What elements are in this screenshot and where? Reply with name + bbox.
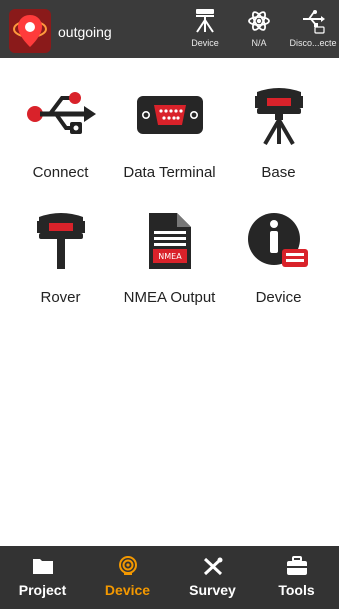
tile-connect-label: Connect bbox=[32, 164, 89, 181]
tile-base[interactable]: Base bbox=[222, 58, 335, 183]
tile-data-terminal-label: Data Terminal bbox=[123, 164, 216, 181]
folder-icon bbox=[32, 559, 53, 574]
nav-survey[interactable]: Survey bbox=[170, 546, 255, 609]
serial-port-icon bbox=[136, 96, 203, 134]
bottom-navigation: Project Device Survey Tools bbox=[0, 546, 339, 609]
svg-text:NMEA: NMEA bbox=[158, 252, 182, 261]
nmea-document-icon: NMEA bbox=[148, 213, 191, 269]
tile-device[interactable]: Device bbox=[222, 183, 335, 308]
signal-pin-icon bbox=[118, 556, 137, 575]
nav-project[interactable]: Project bbox=[0, 546, 85, 609]
receiver-tripod-icon bbox=[196, 9, 214, 33]
device-info-icon bbox=[247, 213, 308, 267]
tile-rover-label: Rover bbox=[40, 289, 81, 306]
tile-data-terminal[interactable]: Data Terminal bbox=[113, 58, 226, 183]
survey-tools-icon bbox=[203, 557, 222, 576]
tile-connect[interactable]: Connect bbox=[4, 58, 117, 183]
tile-device-label: Device bbox=[255, 289, 302, 306]
status-satellite-label: N/A bbox=[251, 38, 267, 48]
status-device[interactable]: Device bbox=[177, 6, 233, 54]
tile-nmea-output[interactable]: NMEA NMEA Output bbox=[113, 183, 226, 308]
page-title: outgoing bbox=[58, 24, 112, 40]
tile-nmea-output-label: NMEA Output bbox=[123, 289, 216, 306]
rover-icon bbox=[36, 213, 85, 269]
nav-project-label: Project bbox=[18, 582, 67, 598]
status-device-label: Device bbox=[191, 38, 219, 48]
top-bar: outgoing Device N/A Disco...ecte bbox=[0, 0, 339, 58]
status-connection[interactable]: Disco...ecte bbox=[287, 6, 339, 54]
status-connection-label: Disco...ecte bbox=[289, 38, 337, 48]
base-station-icon bbox=[254, 88, 303, 146]
usb-disconnected-icon bbox=[303, 10, 325, 34]
toolbox-icon bbox=[286, 556, 307, 575]
tile-rover[interactable]: Rover bbox=[4, 183, 117, 308]
nav-tools-label: Tools bbox=[278, 582, 315, 598]
nav-survey-label: Survey bbox=[189, 582, 236, 598]
app-logo-icon[interactable] bbox=[9, 9, 51, 53]
nav-device-label: Device bbox=[104, 582, 151, 598]
nav-tools[interactable]: Tools bbox=[254, 546, 339, 609]
tile-base-label: Base bbox=[261, 164, 296, 181]
status-satellite[interactable]: N/A bbox=[231, 6, 287, 54]
usb-icon bbox=[26, 92, 96, 134]
nav-device[interactable]: Device bbox=[85, 546, 170, 609]
satellite-atom-icon bbox=[248, 11, 270, 31]
